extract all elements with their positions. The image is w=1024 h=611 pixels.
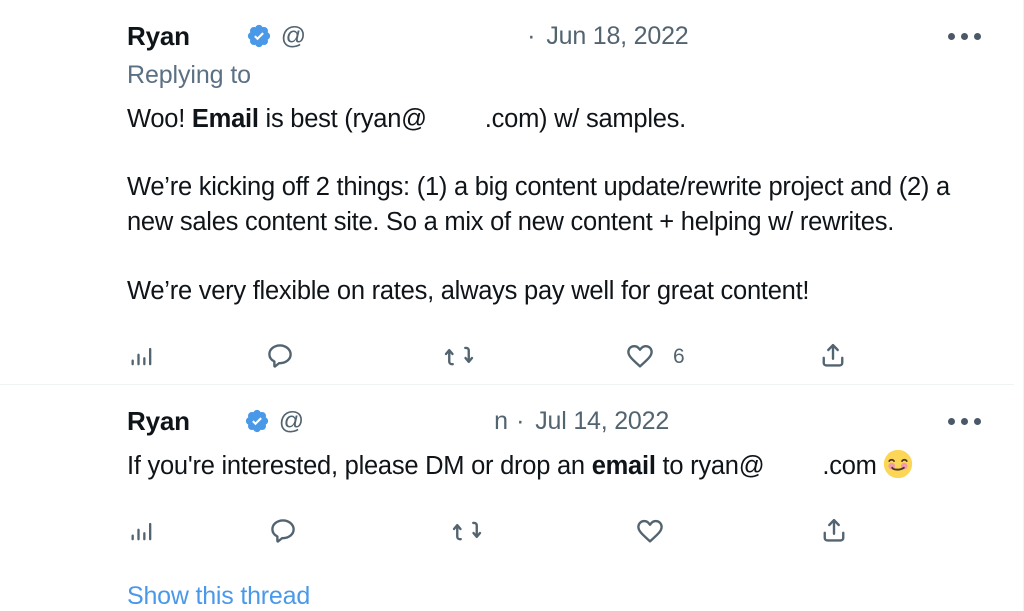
tweet-text-bold: Email [191,104,259,133]
more-horizontal-icon-dot [947,417,955,425]
tweet-action-bar: 6 [0,328,1014,384]
tweet-separator-dot: · [516,406,525,435]
replying-to-label[interactable]: Replying to [0,59,1014,93]
more-horizontal-icon-dot [960,417,968,425]
more-horizontal-icon-dot [973,32,981,40]
share-button[interactable] [819,516,867,546]
reply-button[interactable] [268,516,316,546]
tweet-text-part: If you're interested, please DM or drop … [127,452,592,481]
reply-bubble-icon [268,516,298,546]
smiling-face-with-smiling-eyes-icon [883,449,913,479]
analytics-button[interactable] [128,517,174,545]
more-options-button[interactable] [944,21,984,51]
share-upload-icon [819,516,849,546]
tweet-paragraph-2: We’re kicking off 2 things: (1) a big co… [127,173,950,237]
analytics-bar-icon [128,342,156,370]
show-this-thread-link[interactable]: Show this thread [0,559,310,611]
share-button[interactable] [818,341,866,371]
analytics-bar-icon [128,517,156,545]
display-name[interactable]: Ryan [127,408,190,434]
tweet-text: If you're interested, please DM or drop … [0,449,1014,484]
tweet-card[interactable]: Ryan @ · Jun 18, 2022 Replying to Woo! E… [0,0,1014,385]
account-handle[interactable]: @ [279,408,304,434]
reply-button[interactable] [265,341,313,371]
tweet-timestamp[interactable]: Jul 14, 2022 [535,408,669,434]
tweet-header: Ryan @ n · Jul 14, 2022 [0,398,1014,444]
more-horizontal-icon-dot [973,417,981,425]
retweet-button[interactable] [452,516,500,546]
verified-badge-icon [246,23,272,49]
tweet-text-part: is best (ryan@ [258,104,428,133]
like-button[interactable] [635,516,683,546]
analytics-button[interactable] [128,342,174,370]
like-count: 6 [673,344,685,368]
tweet-text-bold: email [591,452,656,481]
tweet-paragraph-3: We’re very flexible on rates, always pay… [127,276,810,305]
verified-badge-icon [244,408,270,434]
tweet-text-part: .com) w/ samples. [484,104,687,133]
tweet-action-bar [0,503,1014,559]
reply-bubble-icon [265,341,295,371]
tweet-thread-page: Ryan @ · Jun 18, 2022 Replying to Woo! E… [0,0,1024,611]
retweet-button[interactable] [444,341,492,371]
tweet-text-part: .com [822,452,877,481]
share-upload-icon [818,341,848,371]
more-horizontal-icon-dot [947,32,955,40]
tweet-text: Woo! Email is best (ryan@ .com) w/ sample… [0,102,1014,309]
heart-icon [625,341,655,371]
tweet-separator-dot: · [527,21,536,50]
display-name[interactable]: Ryan [127,23,190,49]
like-button[interactable]: 6 [625,341,685,371]
redacted-handle-tail: n [494,406,509,435]
tweet-card[interactable]: Ryan @ n · Jul 14, 2022 If you're intere… [0,385,1014,611]
retweet-icon [444,341,474,371]
more-options-button[interactable] [944,406,984,436]
account-handle[interactable]: @ [281,23,306,49]
tweet-text-part: Woo! [127,104,192,133]
retweet-icon [452,516,482,546]
tweet-text-part: to ryan@ [655,452,765,481]
more-horizontal-icon-dot [960,32,968,40]
tweet-paragraph-1: Woo! Email is best (ryan@ .com) w/ sample… [127,102,976,137]
tweet-paragraph-1: If you're interested, please DM or drop … [127,449,976,484]
tweet-timestamp[interactable]: Jun 18, 2022 [546,23,688,49]
heart-icon [635,516,665,546]
tweet-header: Ryan @ · Jun 18, 2022 [0,13,1014,59]
